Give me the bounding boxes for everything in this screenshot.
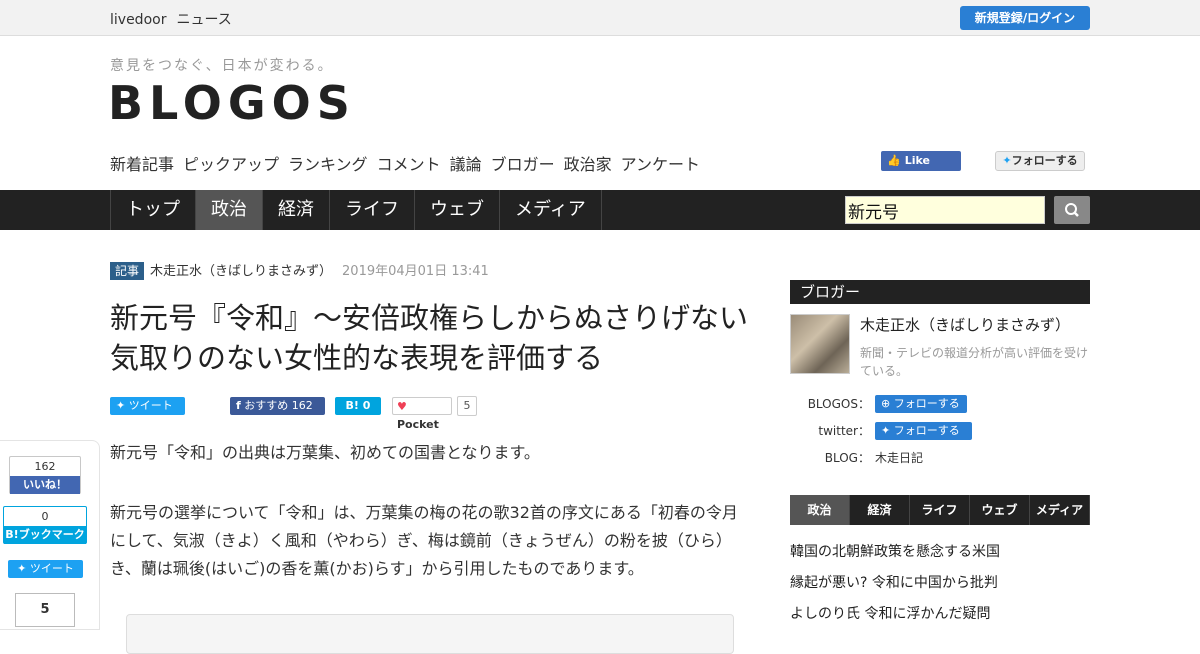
twitter-follow-row: twitter： ✦ フォローする (790, 422, 1090, 442)
floating-like-count: 162 (34, 460, 56, 473)
tweet-label: ツイート (128, 399, 173, 412)
sidebar-tab-media[interactable]: メディア (1030, 495, 1090, 525)
nav-tab-media[interactable]: メディア (500, 190, 602, 230)
sidebar-news-item[interactable]: よしのり氏 令和に浮かんだ疑問 (790, 603, 990, 623)
nav-tab-politics[interactable]: 政治 (196, 190, 263, 230)
subnav-item-debate[interactable]: 議論 (450, 155, 482, 174)
nav-tab-web[interactable]: ウェブ (415, 190, 500, 230)
blog-key: BLOG： (824, 451, 870, 465)
nav-tab-economy[interactable]: 経済 (263, 190, 330, 230)
article-paragraph: 新元号「令和」の出典は万葉集、初めての国書となります。 (110, 443, 540, 462)
subnav-item-survey[interactable]: アンケート (621, 155, 700, 174)
floating-bookmark-button[interactable]: 0 B!ブックマーク (3, 506, 87, 544)
twitter-bird-icon: ✦ (17, 562, 27, 575)
blog-row: BLOG： 木走日記 (790, 449, 1090, 469)
article-meta: 記事 木走正水（きばしりまさみず） 2019年04月01日 13:41 (110, 260, 489, 280)
twitter-bird-icon: ✦ (1002, 154, 1012, 167)
sidebar-tab-politics[interactable]: 政治 (790, 495, 850, 525)
sub-nav: 新着記事 ピックアップ ランキング コメント 議論 ブロガー 政治家 アンケート (110, 151, 709, 175)
article-title: 新元号『令和』〜安倍政権らしからぬさりげない気取りのない女性的な表現を評価する (110, 301, 749, 375)
sidebar-category-tabs: 政治 経済 ライフ ウェブ メディア (790, 495, 1090, 525)
article-paragraph: 新元号の選挙について「令和」は、万葉集の梅の花の歌32首の序文にある「初春の令月… (110, 503, 738, 578)
blogger-name[interactable]: 木走正水（きばしりまさみず） (860, 314, 1070, 335)
subnav-item-blogger[interactable]: ブロガー (491, 155, 555, 174)
fb-recommend-label: おすすめ (244, 399, 289, 412)
subnav-item-pickup[interactable]: ピックアップ (183, 155, 279, 174)
floating-pocket-count[interactable]: 5 (15, 593, 75, 627)
search-icon (1065, 203, 1079, 217)
subnav-item-ranking[interactable]: ランキング (288, 155, 368, 174)
article-tag: 記事 (110, 262, 145, 280)
pocket-icon: ♥ (397, 400, 407, 413)
blogos-logo[interactable]: BLOGOS (108, 76, 356, 130)
hatena-bookmark-button[interactable]: B! 0 (335, 397, 381, 415)
floating-tweet-label: ツイート (29, 562, 74, 575)
article-author[interactable]: 木走正水（きばしりまさみず） (150, 264, 332, 279)
sidebar-twitter-follow-button[interactable]: ✦ フォローする (875, 422, 972, 440)
blogos-follow-row: BLOGOS： ⊕ フォローする (790, 395, 1090, 415)
plus-icon: ⊕ (881, 397, 891, 410)
subnav-item-new[interactable]: 新着記事 (110, 155, 174, 174)
facebook-like-button[interactable]: 👍 Like 132K (881, 151, 961, 187)
twitter-bird-icon: ✦ (881, 424, 891, 437)
twitter-key: twitter： (818, 424, 870, 438)
tagline: 意見をつなぐ、日本が変わる。 (110, 58, 334, 74)
sidebar-tab-economy[interactable]: 経済 (850, 495, 910, 525)
brand-news: ニュース (176, 12, 232, 28)
twitter-bird-icon: ✦ (116, 399, 126, 412)
hatena-icon: B! (345, 399, 359, 412)
pocket-button[interactable]: ♥ Pocket (392, 397, 452, 431)
nav-tab-life[interactable]: ライフ (330, 190, 415, 230)
twitter-follow-button[interactable]: ✦フォローする (995, 151, 1085, 171)
search-input[interactable] (845, 196, 1045, 224)
blogger-description: 新聞・テレビの報道分析が高い評価を受けている。 (860, 346, 1089, 378)
follow-label: フォローする (893, 424, 960, 437)
livedoor-brand[interactable]: livedoor ニュース (110, 9, 242, 29)
subnav-item-politician[interactable]: 政治家 (564, 155, 612, 174)
hb-count: 0 (362, 399, 371, 412)
sidebar-tab-web[interactable]: ウェブ (970, 495, 1030, 525)
floating-like-button[interactable]: 162 いいね！ (9, 456, 81, 494)
nav-tab-top[interactable]: トップ (111, 190, 196, 230)
facebook-icon: f (236, 399, 241, 412)
sidebar-heading: ブロガー (790, 280, 1090, 304)
sidebar-tab-life[interactable]: ライフ (910, 495, 970, 525)
fb-like-count: 132K (887, 174, 916, 187)
floating-bookmark-label: ブックマーク (18, 528, 85, 541)
search-button[interactable] (1054, 196, 1090, 224)
article-date: 2019年04月01日 13:41 (342, 264, 489, 279)
floating-like-label: いいね！ (10, 476, 80, 494)
fb-recommend-count: 162 (291, 399, 313, 412)
sidebar-news-item[interactable]: 韓国の北朝鮮政策を懸念する米国 (790, 541, 1000, 561)
subnav-item-comment[interactable]: コメント (377, 155, 441, 174)
quote-box (126, 614, 734, 654)
pocket-label: Pocket (397, 418, 439, 431)
brand-livedoor: livedoor (110, 12, 167, 28)
facebook-recommend-button[interactable]: f おすすめ 162 (230, 397, 325, 415)
tw-follow-label: フォローする (1011, 154, 1078, 167)
thumbs-up-icon: 👍 (887, 154, 901, 167)
blogos-key: BLOGOS： (807, 397, 870, 411)
hatena-icon: B! (5, 528, 19, 541)
tweet-button[interactable]: ✦ ツイート (110, 397, 185, 415)
blog-link[interactable]: 木走日記 (875, 449, 923, 466)
floating-bookmark-count: 0 (41, 510, 49, 523)
pocket-count: 5 (457, 396, 477, 416)
top-bar: livedoor ニュース 新規登録/ログイン (0, 0, 1200, 36)
follow-label: フォローする (893, 397, 960, 410)
login-button[interactable]: 新規登録/ログイン (960, 6, 1090, 30)
sidebar-news-item[interactable]: 縁起が悪い? 令和に中国から批判 (790, 572, 998, 592)
blogos-follow-button[interactable]: ⊕ フォローする (875, 395, 967, 413)
fb-like-label: Like (904, 154, 930, 167)
floating-tweet-button[interactable]: ✦ ツイート (8, 560, 83, 578)
blogger-avatar[interactable] (790, 314, 850, 374)
